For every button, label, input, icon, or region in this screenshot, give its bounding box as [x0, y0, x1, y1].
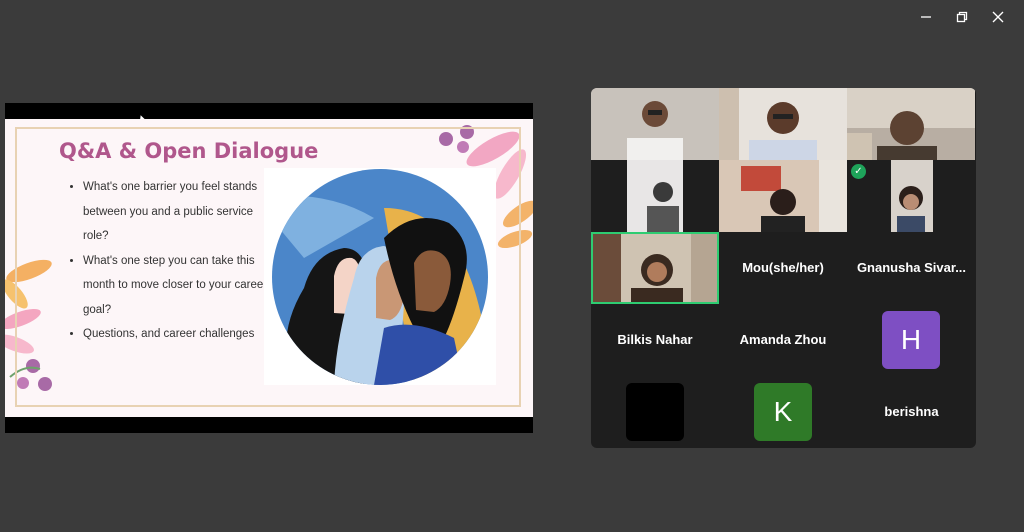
women-profiles-illustration: [264, 168, 496, 385]
minimize-icon[interactable]: [908, 6, 944, 28]
participant-avatar-tile[interactable]: [591, 376, 719, 448]
participant-video-tile[interactable]: [591, 88, 719, 160]
slide-bullet: Questions, and career challenges: [83, 322, 273, 347]
verified-check-icon: ✓: [851, 164, 866, 179]
participant-avatar: H: [882, 311, 940, 369]
participant-name: Amanda Zhou: [739, 332, 827, 347]
window-controls: [908, 6, 1016, 28]
participant-video-tile[interactable]: [719, 160, 847, 232]
participant-name: Gnanusha Sivar...: [856, 260, 967, 275]
restore-icon[interactable]: [944, 6, 980, 28]
presentation-slide: Q&A & Open Dialogue What's one barrier y…: [5, 119, 533, 417]
slide-bullet: What's one step you can take this month …: [83, 249, 273, 323]
participant-name: Bilkis Nahar: [617, 332, 693, 347]
participant-avatar-tile[interactable]: H: [847, 304, 976, 376]
participant-gallery: ✓ Mou(she/her) Gnanusha Sivar... Bilkis …: [591, 88, 976, 448]
participant-video-tile[interactable]: ✓: [847, 160, 975, 232]
close-icon[interactable]: [980, 6, 1016, 28]
participant-name-tile[interactable]: Amanda Zhou: [719, 304, 847, 376]
participant-name-tile[interactable]: Gnanusha Sivar...: [847, 232, 976, 304]
participant-avatar: [626, 383, 684, 441]
participant-avatar-tile[interactable]: K: [719, 376, 847, 448]
shared-screen[interactable]: Q&A & Open Dialogue What's one barrier y…: [5, 103, 533, 433]
participant-video-tile-active[interactable]: [591, 232, 719, 304]
participant-video-tile[interactable]: [847, 88, 975, 160]
participant-name-tile[interactable]: berishna: [847, 376, 976, 448]
slide-bullet-list: What's one barrier you feel stands betwe…: [61, 175, 273, 347]
slide-title: Q&A & Open Dialogue: [59, 139, 319, 163]
participant-name: berishna: [884, 404, 939, 419]
participant-name-tile[interactable]: Bilkis Nahar: [591, 304, 719, 376]
slide-bullet: What's one barrier you feel stands betwe…: [83, 175, 273, 249]
participant-video-tile[interactable]: [591, 160, 719, 232]
participant-video-tile[interactable]: [719, 88, 847, 160]
participant-name-tile[interactable]: Mou(she/her): [719, 232, 847, 304]
participant-avatar: K: [754, 383, 812, 441]
participant-name: Mou(she/her): [742, 260, 824, 275]
